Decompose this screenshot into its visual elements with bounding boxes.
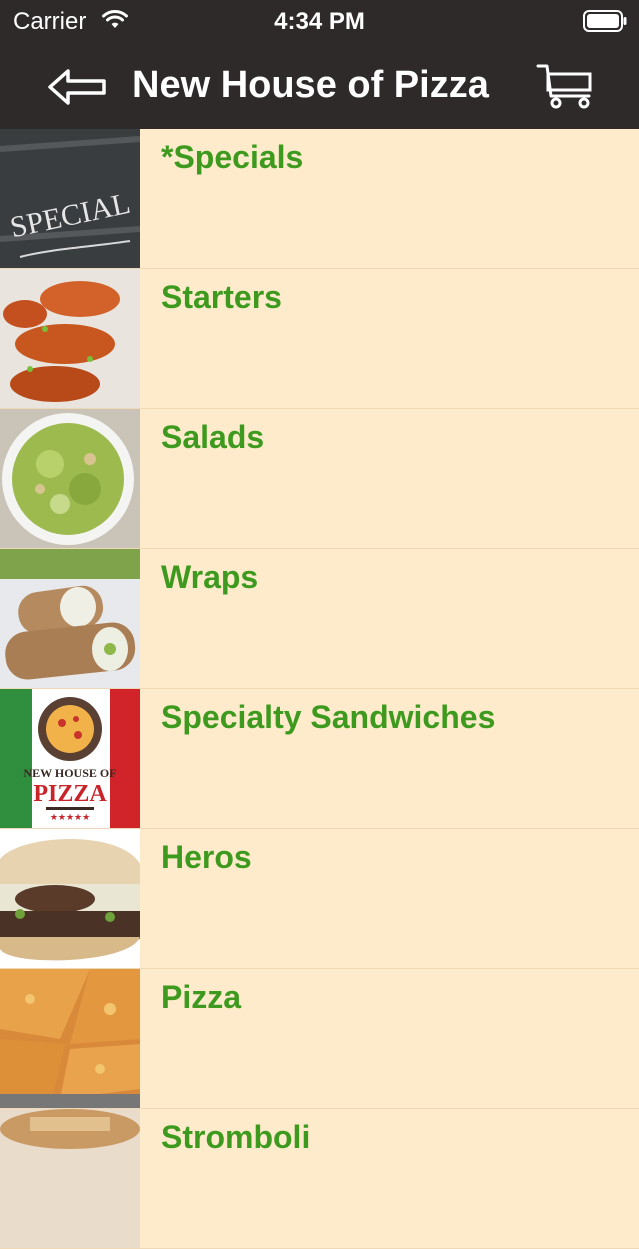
category-list: SPECIAL *Specials Starters Salads Wraps … <box>0 129 639 1249</box>
logo-text-pizza: PIZZA <box>33 781 107 807</box>
page-title: New House of Pizza <box>132 64 489 106</box>
shopping-cart-icon[interactable] <box>535 62 595 110</box>
back-arrow-icon[interactable] <box>46 66 108 108</box>
pizza-image <box>0 969 140 1108</box>
category-label: Heros <box>161 839 252 875</box>
category-label: Specialty Sandwiches <box>161 699 496 735</box>
navigation-bar: New House of Pizza <box>0 44 639 129</box>
caesar-salad-image <box>0 409 140 548</box>
category-label: Stromboli <box>161 1119 311 1155</box>
category-row-specialty-sandwiches[interactable]: NEW HOUSE OF PIZZA ★★★★★ Specialty Sandw… <box>0 689 639 829</box>
category-row-wraps[interactable]: Wraps <box>0 549 639 689</box>
category-label: *Specials <box>161 139 304 175</box>
category-label: Wraps <box>161 559 259 595</box>
category-row-starters[interactable]: Starters <box>0 269 639 409</box>
category-label: Pizza <box>161 979 242 1015</box>
category-label: Salads <box>161 419 265 455</box>
chicken-wings-image <box>0 269 140 408</box>
svg-text:★★★★★: ★★★★★ <box>50 812 90 822</box>
category-row-specials[interactable]: SPECIAL *Specials <box>0 129 639 269</box>
stromboli-image <box>0 1109 140 1248</box>
category-label: Starters <box>161 279 282 315</box>
battery-icon <box>583 10 627 32</box>
steak-hero-image <box>0 829 140 968</box>
category-row-stromboli[interactable]: Stromboli <box>0 1109 639 1249</box>
status-time: 4:34 PM <box>274 8 365 35</box>
category-row-heros[interactable]: Heros <box>0 829 639 969</box>
chalkboard-specials-image: SPECIAL <box>0 129 140 268</box>
status-bar: Carrier 4:34 PM <box>0 0 639 44</box>
new-house-of-pizza-logo: NEW HOUSE OF PIZZA ★★★★★ <box>0 689 140 828</box>
category-row-pizza[interactable]: Pizza <box>0 969 639 1109</box>
logo-text-top: NEW HOUSE OF <box>23 766 116 780</box>
category-row-salads[interactable]: Salads <box>0 409 639 549</box>
wraps-image <box>0 549 140 688</box>
